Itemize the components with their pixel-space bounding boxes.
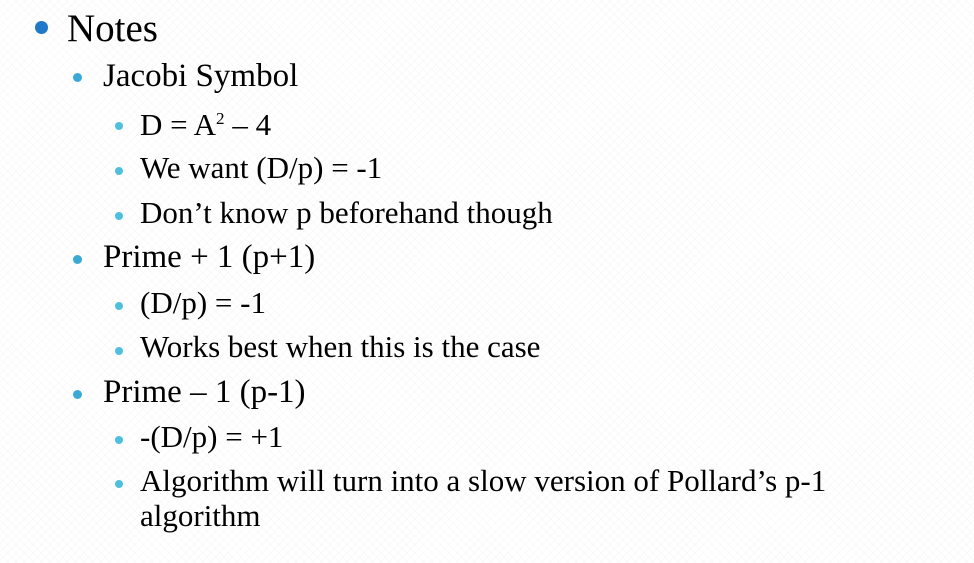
bullet-level2-icon [115,122,123,130]
item-dont-know: Don’t know p beforehand though [140,195,553,230]
item-d-formula-exponent: 2 [216,108,225,128]
bullet-level2-icon [115,480,123,488]
item-works-best: Works best when this is the case [140,329,541,364]
notes-heading: Notes [67,7,158,50]
slide: Notes Jacobi Symbol D = A2 – 4 We want (… [0,0,974,563]
item-algorithm-slow: Algorithm will turn into a slow version … [140,463,827,498]
item-d-formula-base: D = A [140,107,217,142]
item-d-formula: D = A2 – 4 [140,109,271,140]
bullet-level1-icon [73,255,82,264]
bullet-level2-icon [115,212,123,220]
bullet-level2-icon [115,347,123,355]
item-algorithm-continued: algorithm [140,498,261,533]
section-title-prime-plus-one: Prime + 1 (p+1) [103,239,316,275]
bullet-level0-icon [35,21,48,34]
item-dp-minus-one: (D/p) = -1 [140,285,266,320]
section-title-prime-minus-one: Prime – 1 (p-1) [103,374,306,410]
item-we-want: We want (D/p) = -1 [140,150,383,185]
bullet-level1-icon [73,73,82,82]
bullet-level2-icon [115,436,123,444]
section-title-jacobi: Jacobi Symbol [103,58,299,94]
item-d-formula-rest: – 4 [224,107,272,142]
bullet-level2-icon [115,167,123,175]
bullet-level1-icon [73,390,82,399]
bullet-level2-icon [115,302,123,310]
item-neg-dp-plus-one: -(D/p) = +1 [140,419,284,454]
